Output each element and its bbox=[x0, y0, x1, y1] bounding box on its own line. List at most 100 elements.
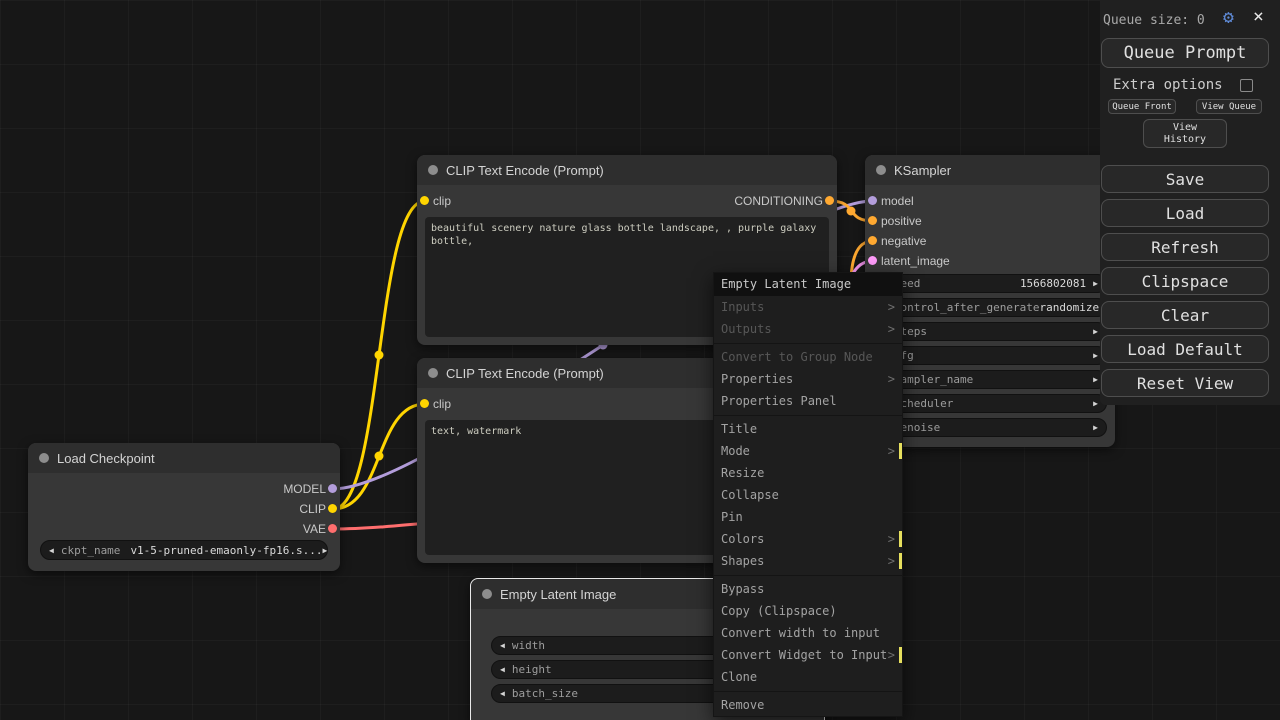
queue-size-text: Queue size: 0 bbox=[1103, 13, 1205, 28]
widget-cfg[interactable]: ◀ cfg ▶ bbox=[873, 346, 1107, 365]
output-label-conditioning: CONDITIONING bbox=[734, 193, 823, 209]
input-label-latent-image: latent_image bbox=[881, 253, 950, 269]
collapse-dot-icon[interactable] bbox=[428, 165, 438, 175]
submenu-arrow-icon: > bbox=[888, 550, 895, 572]
menu-item-mode[interactable]: Mode> bbox=[714, 440, 902, 462]
collapse-dot-icon[interactable] bbox=[482, 589, 492, 599]
input-slot-latent-image[interactable] bbox=[868, 256, 877, 265]
comfy-menu-panel: Queue size: 0 ⚙ × Queue Prompt Extra opt… bbox=[1100, 0, 1280, 405]
output-slot-conditioning[interactable] bbox=[825, 196, 834, 205]
wire-clip-to-negative-encode bbox=[333, 404, 425, 509]
input-label-positive: positive bbox=[881, 213, 922, 229]
node-title-bar[interactable]: Load Checkpoint bbox=[28, 443, 340, 473]
input-slot-positive[interactable] bbox=[868, 216, 877, 225]
input-slot-clip[interactable] bbox=[420, 399, 429, 408]
close-icon[interactable]: × bbox=[1253, 6, 1264, 27]
node-title: KSampler bbox=[894, 163, 951, 178]
menu-item-shapes[interactable]: Shapes> bbox=[714, 550, 902, 572]
node-title-bar[interactable]: CLIP Text Encode (Prompt) bbox=[417, 155, 837, 185]
load-default-button[interactable]: Load Default bbox=[1101, 335, 1269, 363]
node-load-checkpoint[interactable]: Load Checkpoint MODEL CLIP VAE ◀ ckpt_na… bbox=[28, 443, 340, 571]
widget-steps[interactable]: ◀ steps ▶ bbox=[873, 322, 1107, 341]
decrement-icon[interactable]: ◀ bbox=[500, 665, 505, 674]
input-slot-model[interactable] bbox=[868, 196, 877, 205]
widget-scheduler[interactable]: ◀ scheduler ▶ bbox=[873, 394, 1107, 413]
widget-ckpt-name[interactable]: ◀ ckpt_name v1-5-pruned-emaonly-fp16.s..… bbox=[40, 540, 328, 560]
queue-front-button[interactable]: Queue Front bbox=[1108, 99, 1176, 114]
increment-icon[interactable]: ▶ bbox=[1093, 327, 1098, 336]
submenu-arrow-icon: > bbox=[888, 440, 895, 462]
menu-item-remove[interactable]: Remove bbox=[714, 694, 902, 716]
node-graph-canvas[interactable]: Load Checkpoint MODEL CLIP VAE ◀ ckpt_na… bbox=[0, 0, 1280, 720]
context-menu: Empty Latent Image Inputs> Outputs> Conv… bbox=[713, 272, 903, 717]
input-label-clip: clip bbox=[433, 396, 451, 412]
increment-icon[interactable]: ▶ bbox=[1093, 423, 1098, 432]
prev-value-icon[interactable]: ◀ bbox=[49, 546, 54, 555]
output-slot-clip[interactable] bbox=[328, 504, 337, 513]
node-title: CLIP Text Encode (Prompt) bbox=[446, 366, 604, 381]
submenu-arrow-icon: > bbox=[888, 318, 895, 340]
output-slot-vae[interactable] bbox=[328, 524, 337, 533]
widget-denoise[interactable]: ◀ denoise ▶ bbox=[873, 418, 1107, 437]
increment-icon[interactable]: ▶ bbox=[1093, 351, 1098, 360]
menu-item-properties[interactable]: Properties> bbox=[714, 368, 902, 390]
link-midpoint-dot bbox=[375, 452, 384, 461]
output-label-vae: VAE bbox=[303, 521, 326, 537]
menu-item-properties-panel[interactable]: Properties Panel bbox=[714, 390, 902, 412]
node-title: Empty Latent Image bbox=[500, 587, 616, 602]
clipspace-button[interactable]: Clipspace bbox=[1101, 267, 1269, 295]
increment-icon[interactable]: ▶ bbox=[1093, 399, 1098, 408]
collapse-dot-icon[interactable] bbox=[39, 453, 49, 463]
menu-item-title[interactable]: Title bbox=[714, 418, 902, 440]
extra-options-checkbox[interactable] bbox=[1240, 79, 1253, 92]
queue-size-value: 0 bbox=[1197, 13, 1205, 28]
next-value-icon[interactable]: ▶ bbox=[323, 546, 328, 555]
settings-gear-icon[interactable]: ⚙ bbox=[1223, 7, 1234, 28]
submenu-arrow-icon: > bbox=[888, 528, 895, 550]
menu-item-bypass[interactable]: Bypass bbox=[714, 578, 902, 600]
input-label-negative: negative bbox=[881, 233, 926, 249]
link-midpoint-dot bbox=[847, 207, 856, 216]
clear-button[interactable]: Clear bbox=[1101, 301, 1269, 329]
input-slot-clip[interactable] bbox=[420, 196, 429, 205]
wire-clip-to-positive-encode bbox=[333, 201, 425, 509]
submenu-arrow-icon: > bbox=[888, 296, 895, 318]
input-label-clip: clip bbox=[433, 193, 451, 209]
menu-item-copy-clipspace[interactable]: Copy (Clipspace) bbox=[714, 600, 902, 622]
decrement-icon[interactable]: ◀ bbox=[500, 689, 505, 698]
widget-value: v1-5-pruned-emaonly-fp16.s... bbox=[130, 544, 322, 557]
output-slot-model[interactable] bbox=[328, 484, 337, 493]
refresh-button[interactable]: Refresh bbox=[1101, 233, 1269, 261]
load-button[interactable]: Load bbox=[1101, 199, 1269, 227]
increment-icon[interactable]: ▶ bbox=[1093, 375, 1098, 384]
increment-icon[interactable]: ▶ bbox=[1093, 279, 1098, 288]
collapse-dot-icon[interactable] bbox=[876, 165, 886, 175]
save-button[interactable]: Save bbox=[1101, 165, 1269, 193]
collapse-dot-icon[interactable] bbox=[428, 368, 438, 378]
menu-item-resize[interactable]: Resize bbox=[714, 462, 902, 484]
input-slot-negative[interactable] bbox=[868, 236, 877, 245]
view-history-button[interactable]: View History bbox=[1143, 119, 1227, 148]
output-label-model: MODEL bbox=[283, 481, 326, 497]
menu-item-clone[interactable]: Clone bbox=[714, 666, 902, 688]
node-title: CLIP Text Encode (Prompt) bbox=[446, 163, 604, 178]
widget-sampler-name[interactable]: ◀ sampler_name ▶ bbox=[873, 370, 1107, 389]
menu-item-convert-to-group-node: Convert to Group Node bbox=[714, 346, 902, 368]
menu-item-collapse[interactable]: Collapse bbox=[714, 484, 902, 506]
decrement-icon[interactable]: ◀ bbox=[500, 641, 505, 650]
input-label-model: model bbox=[881, 193, 914, 209]
menu-item-convert-widget-to-input[interactable]: Convert Widget to Input> bbox=[714, 644, 902, 666]
reset-view-button[interactable]: Reset View bbox=[1101, 369, 1269, 397]
submenu-arrow-icon: > bbox=[888, 644, 895, 666]
widget-seed[interactable]: ◀ seed 1566802081 ▶ bbox=[873, 274, 1107, 293]
view-queue-button[interactable]: View Queue bbox=[1196, 99, 1262, 114]
menu-item-convert-width-to-input[interactable]: Convert width to input bbox=[714, 622, 902, 644]
queue-prompt-button[interactable]: Queue Prompt bbox=[1101, 38, 1269, 68]
extra-options-label: Extra options bbox=[1113, 77, 1223, 93]
menu-item-colors[interactable]: Colors> bbox=[714, 528, 902, 550]
node-title-bar[interactable]: KSampler bbox=[865, 155, 1115, 185]
menu-item-outputs: Outputs> bbox=[714, 318, 902, 340]
widget-label: ckpt_name bbox=[61, 544, 121, 557]
widget-control-after-generate[interactable]: ◀ control_after_generate randomize ▶ bbox=[873, 298, 1107, 317]
menu-item-pin[interactable]: Pin bbox=[714, 506, 902, 528]
